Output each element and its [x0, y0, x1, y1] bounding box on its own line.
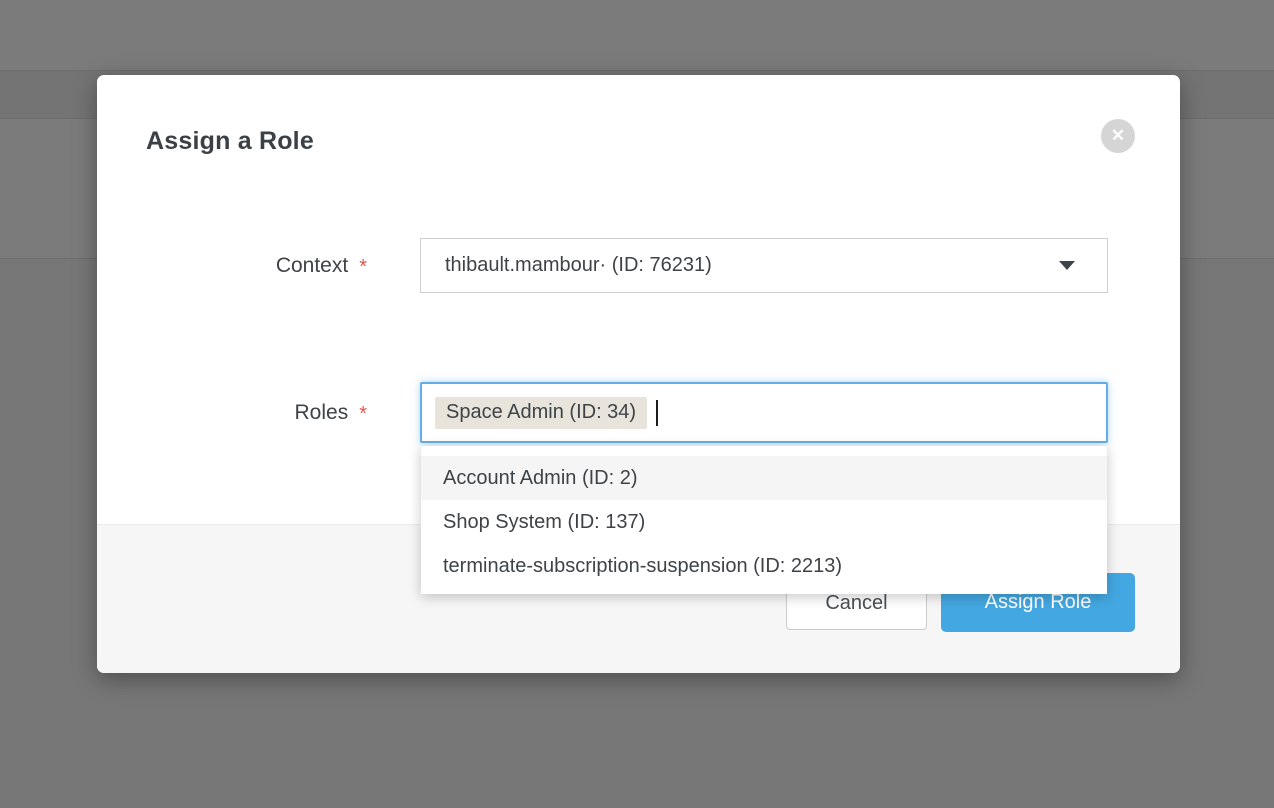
context-selected-value: thibault.mambour· (ID: 76231) [445, 254, 1059, 277]
context-label-text: Context [276, 254, 348, 278]
x-circle-icon: ✕ [1111, 127, 1125, 144]
chevron-down-icon [1059, 261, 1075, 270]
dropdown-option[interactable]: Account Admin (ID: 2) [421, 456, 1107, 500]
modal-title: Assign a Role [146, 127, 314, 156]
context-select[interactable]: thibault.mambour· (ID: 76231) [420, 238, 1108, 293]
dropdown-option[interactable]: terminate-subscription-suspension (ID: 2… [421, 544, 1107, 588]
selected-role-tag[interactable]: Space Admin (ID: 34) [435, 397, 647, 429]
roles-field-label: Roles * [97, 382, 367, 443]
required-asterisk: * [359, 256, 367, 279]
roles-dropdown-menu: Account Admin (ID: 2) Shop System (ID: 1… [421, 446, 1107, 594]
context-field-label: Context * [97, 238, 367, 293]
roles-multiselect-input[interactable]: Space Admin (ID: 34) [420, 382, 1108, 443]
required-asterisk: * [359, 403, 367, 426]
assign-role-modal: Assign a Role ✕ Context * thibault.mambo… [97, 75, 1180, 673]
dropdown-option[interactable]: Shop System (ID: 137) [421, 500, 1107, 544]
close-button[interactable]: ✕ [1101, 119, 1135, 153]
roles-label-text: Roles [295, 401, 349, 425]
text-cursor [656, 400, 658, 426]
